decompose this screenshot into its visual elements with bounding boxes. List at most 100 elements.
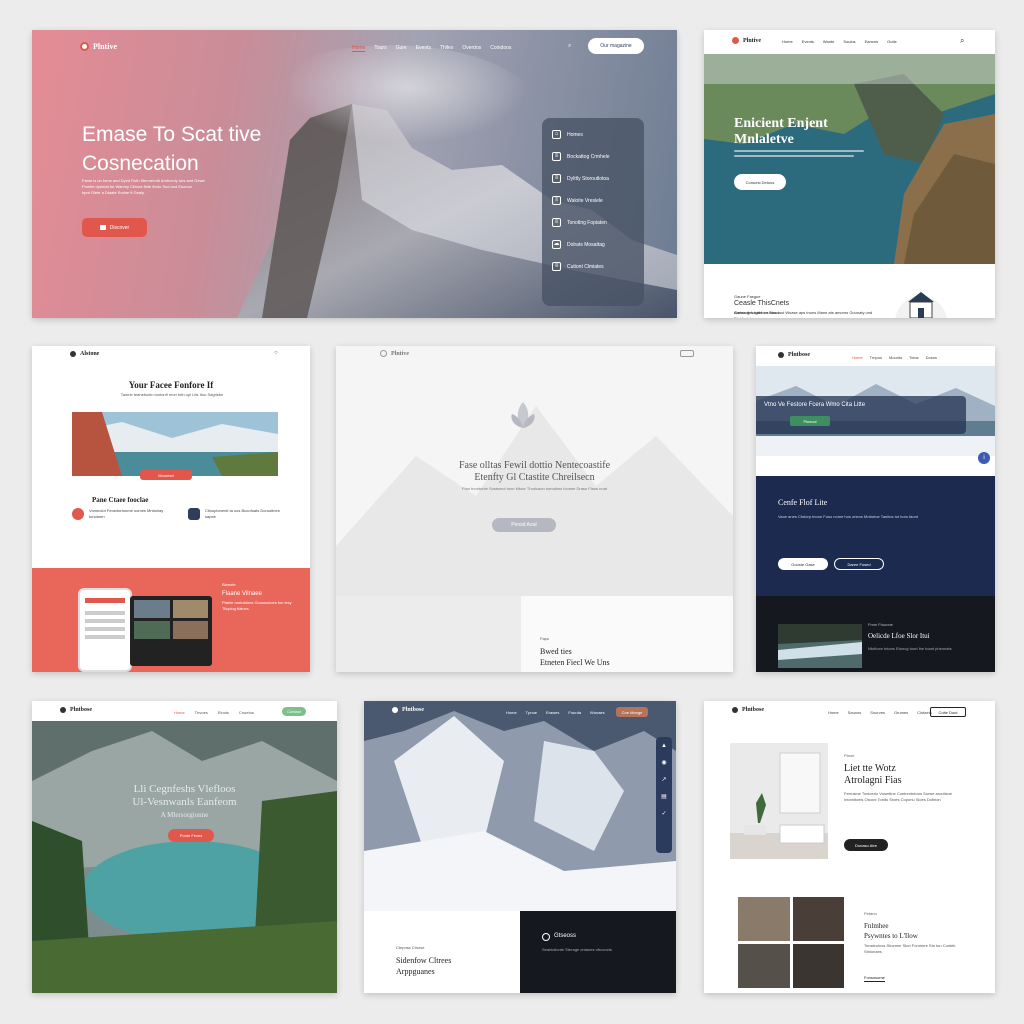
side-menu-item-homes[interactable]: ⌂ Homes bbox=[552, 130, 634, 139]
nav-home[interactable]: Home bbox=[782, 39, 793, 44]
nav-home[interactable]: Home bbox=[828, 710, 839, 715]
nav-mounts[interactable]: Mounts bbox=[889, 355, 902, 360]
nav-outle[interactable]: Outle bbox=[887, 39, 897, 44]
hero-button[interactable]: Conuest Detoos bbox=[734, 174, 786, 190]
nav-tbvoes[interactable]: Tbvoes bbox=[195, 710, 208, 715]
side-menu-item-2[interactable]: ≡ Bockattog Crmhele bbox=[552, 152, 634, 161]
minimal-mockup-card: Plntive Fase olltas Fewil dottio Nenteco… bbox=[336, 346, 733, 672]
search-icon[interactable]: ⌕ bbox=[568, 43, 571, 50]
arrow-up-icon[interactable]: ▲ bbox=[661, 743, 667, 749]
hero-body: Ftao tnontonte Sostsmot tonn Mtoor Thurl… bbox=[462, 486, 607, 491]
nav-soulos[interactable]: Soulos bbox=[843, 39, 855, 44]
nav-eanons[interactable]: Eanons bbox=[865, 39, 879, 44]
footer-kicker: Fapu bbox=[540, 636, 550, 641]
nav-dosos[interactable]: Dosos bbox=[926, 355, 937, 360]
doc-icon[interactable]: ▤ bbox=[661, 793, 667, 800]
nav-sauoos[interactable]: Sauoos bbox=[848, 710, 862, 715]
brand-logo[interactable]: Plntive bbox=[80, 42, 117, 51]
nav-wante[interactable]: Wante bbox=[823, 39, 834, 44]
brand-logo[interactable]: Alstone bbox=[70, 351, 99, 357]
brand-logo[interactable]: Plntive bbox=[380, 350, 409, 357]
nav-cnuetos[interactable]: Cnuetos bbox=[239, 710, 254, 715]
search-icon[interactable]: ○ bbox=[274, 350, 278, 356]
side-menu-item-6[interactable]: ☁ Dolrats Mosattag bbox=[552, 240, 634, 249]
contact-button[interactable]: Contact bbox=[282, 707, 306, 716]
lake-mockup-card: Plntbose Home Tbvoes Elnots Cnuetos Cont… bbox=[32, 701, 337, 993]
primary-button[interactable]: Gooste Gase bbox=[778, 558, 828, 570]
brand-logo[interactable]: Plntbose bbox=[60, 707, 92, 713]
side-menu-item-3[interactable]: ≡ Dylttly Storoutlotoa bbox=[552, 174, 634, 183]
section-button[interactable]: Donaso Atre bbox=[844, 839, 888, 851]
phone-line bbox=[85, 627, 125, 631]
search-icon[interactable]: ⌕ bbox=[960, 36, 964, 46]
nav-erawes[interactable]: Erawes bbox=[546, 710, 559, 715]
nav-tours[interactable]: Tours bbox=[374, 45, 386, 52]
side-menu-item-5[interactable]: ≡ Tonotlng Fopiaten bbox=[552, 218, 634, 227]
magazine-button[interactable]: Our magazine bbox=[588, 38, 644, 54]
nav-thilex[interactable]: Thilex bbox=[440, 45, 453, 52]
header-button[interactable]: Coe Monge bbox=[616, 707, 648, 717]
check-icon[interactable]: ✓ bbox=[661, 810, 666, 817]
dark-section: Fmm Ftuoone Oelicde Lfoe Slor Itui Ntoft… bbox=[756, 596, 995, 672]
nav-grumes[interactable]: Grumes bbox=[894, 710, 908, 715]
brand-mark-icon bbox=[60, 707, 66, 713]
nav-coindoos[interactable]: Coindoos bbox=[490, 45, 511, 52]
brand-logo[interactable]: Plntbose bbox=[732, 707, 764, 713]
tablet-thumb bbox=[134, 600, 170, 618]
info-title-line1: Sidenfow Cltrees bbox=[396, 956, 452, 965]
river-image bbox=[778, 624, 862, 668]
gallery-image[interactable] bbox=[738, 897, 790, 941]
side-menu-item-7[interactable]: ≡ Cutiont Clmiates bbox=[552, 262, 634, 271]
nav-wonaes[interactable]: Wonaes bbox=[590, 710, 605, 715]
cloud-icon: ☁ bbox=[552, 240, 561, 249]
nav-events[interactable]: Events bbox=[416, 45, 431, 52]
features-title: Pane Ctaee fooclae bbox=[92, 496, 149, 504]
nav-fourda[interactable]: Fourda bbox=[568, 710, 581, 715]
nav-trnpos[interactable]: Trnpos bbox=[870, 355, 882, 360]
hero-button[interactable]: Ponte Fexes bbox=[168, 829, 214, 842]
hero-tag[interactable]: Mounted bbox=[140, 470, 192, 480]
hero-body bbox=[734, 150, 864, 160]
header-button[interactable]: Coite Dout bbox=[930, 707, 966, 717]
nav-sourves[interactable]: Sourves bbox=[870, 710, 885, 715]
arrow-icon[interactable]: ↗ bbox=[661, 776, 666, 783]
feature-icon bbox=[188, 508, 200, 520]
nav-totos[interactable]: Totos bbox=[909, 355, 919, 360]
nav-home[interactable]: Home bbox=[852, 355, 863, 360]
faded-mountain-image bbox=[336, 346, 733, 672]
nav-home[interactable]: Home bbox=[506, 710, 517, 715]
brand-logo[interactable]: Plntbose bbox=[392, 707, 424, 713]
hero-tag[interactable]: Pinecol bbox=[790, 416, 830, 426]
brand-name: Alstone bbox=[80, 351, 100, 357]
discover-button[interactable]: Discover bbox=[82, 218, 147, 237]
brand-logo[interactable]: Plntbose bbox=[778, 352, 810, 358]
gallery-image[interactable] bbox=[792, 944, 844, 988]
hero-headline-line2: Cosnecation bbox=[82, 152, 199, 175]
secondary-button[interactable]: Daree Fosed bbox=[834, 558, 884, 570]
gallery-image[interactable] bbox=[738, 944, 790, 988]
info-icon[interactable]: i bbox=[978, 452, 990, 464]
section2-link[interactable]: Fonsosome bbox=[864, 975, 885, 982]
brand-logo[interactable]: Plntive bbox=[732, 37, 761, 44]
nav-tpnue[interactable]: Tpnue bbox=[526, 710, 537, 715]
nav-gure[interactable]: Gure bbox=[396, 45, 407, 52]
tablet-mockup bbox=[130, 596, 212, 666]
hero-body-line3: bpnt Glete a Dtaate Smlne ft Gealy. bbox=[82, 190, 145, 195]
nav-events[interactable]: Events bbox=[802, 39, 814, 44]
dark-body: Ntoftoce tntons Etoncg toort lhe toant p… bbox=[868, 646, 952, 651]
globe-icon[interactable]: ◉ bbox=[661, 759, 666, 766]
gallery-image[interactable] bbox=[792, 897, 844, 941]
info-panel: Cteposs Ctnose Sidenfow Cltrees Arppguan… bbox=[364, 911, 520, 993]
hero-button[interactable]: Pensd Aout bbox=[492, 518, 556, 532]
brand-name: Plntbose bbox=[742, 707, 765, 713]
logo-icon bbox=[542, 933, 550, 941]
menu-icon[interactable] bbox=[680, 350, 694, 357]
nav-home[interactable]: Home bbox=[174, 710, 185, 715]
nav-home[interactable]: Home bbox=[352, 45, 366, 52]
section2-title-line2: Psywntes to L'Ilow bbox=[864, 932, 918, 940]
nav-elnots[interactable]: Elnots bbox=[218, 710, 229, 715]
nav-overdos[interactable]: Overdos bbox=[462, 45, 481, 52]
side-menu-label: Bockattog Crmhele bbox=[567, 153, 610, 160]
side-menu-item-4[interactable]: ≡ Waloite Vresiele bbox=[552, 196, 634, 205]
hero-headline-line1: Lli Cegnfeshs Vlefloos bbox=[133, 783, 236, 795]
